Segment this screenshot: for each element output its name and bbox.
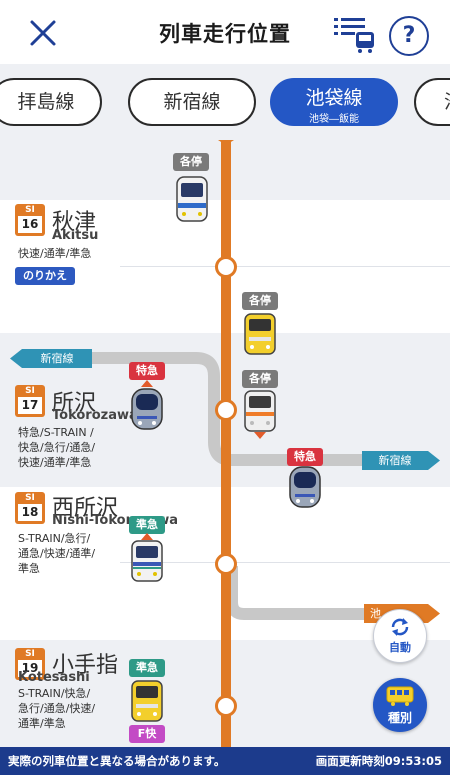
arrow-right-icon xyxy=(428,451,440,470)
train-type-tag: F快 xyxy=(129,725,165,743)
page-title: 列車走行位置 xyxy=(159,22,291,46)
direction-up-icon xyxy=(141,533,153,540)
tab-next[interactable]: 池 xyxy=(414,78,450,126)
station-service-types: 快速/通準/準急 xyxy=(18,246,91,261)
update-time: 画面更新時刻09:53:05 xyxy=(315,754,442,768)
auto-refresh-button[interactable]: 自動 xyxy=(373,609,427,663)
status-footer: 実際の列車位置と異なる場合があります。 画面更新時刻09:53:05 xyxy=(0,747,450,775)
train-type-tag: 準急 xyxy=(129,659,165,677)
tab-ikebukuro-label: 池袋線 xyxy=(305,87,363,109)
service-line: 快急/急行/通急/ xyxy=(18,441,96,454)
service-line: 特急/S-TRAIN / xyxy=(18,426,94,439)
disclaimer-text: 実際の列車位置と異なる場合があります。 xyxy=(8,754,226,768)
train-type-tag: 準急 xyxy=(129,516,165,534)
train-icon xyxy=(244,313,276,355)
service-line: S-TRAIN/急行/ xyxy=(18,532,91,545)
line-code: SI xyxy=(25,493,35,503)
branch-shinjuku-left: 新宿線 xyxy=(22,349,92,368)
station-service-types: S-TRAIN/急行/ 通急/快速/通準/ 準急 xyxy=(18,531,95,576)
train-type-tag: 特急 xyxy=(287,448,323,466)
train-type-tag: 各停 xyxy=(173,153,209,171)
line-tabs: 拝島線 新宿線 池袋線 池袋―飯能 池 xyxy=(0,64,450,140)
branch-label: 新宿線 xyxy=(378,454,412,467)
tab-shinjuku[interactable]: 新宿線 xyxy=(128,78,256,126)
train-icon xyxy=(131,388,163,430)
direction-down-icon xyxy=(254,432,266,439)
auto-label: 自動 xyxy=(389,641,411,654)
train-list-icon xyxy=(334,18,374,53)
station-number-badge: SI 17 xyxy=(15,385,45,417)
refresh-icon xyxy=(391,618,409,636)
train-icon xyxy=(131,540,163,582)
station-number: 16 xyxy=(18,216,42,233)
train-kind-icon xyxy=(386,686,414,706)
station-node xyxy=(215,256,237,278)
station-service-types: 特急/S-TRAIN / 快急/急行/通急/ 快速/通準/準急 xyxy=(18,425,95,470)
line-code: SI xyxy=(25,386,35,396)
service-line: 通急/快速/通準/ xyxy=(18,547,96,560)
train-type-tag: 各停 xyxy=(242,292,278,310)
train-list-button[interactable] xyxy=(332,14,376,54)
station-service-types: S-TRAIN/快急/ 急行/通急/快速/ 通準/準急 xyxy=(18,686,95,731)
service-line: 通準/準急 xyxy=(18,717,66,730)
station-roman: Tokorozawa xyxy=(52,408,138,423)
header-bar: 列車走行位置 ? xyxy=(0,0,450,64)
train-type-tag: 特急 xyxy=(129,362,165,380)
train-icon xyxy=(244,390,276,432)
transfer-badge[interactable]: のりかえ xyxy=(15,267,75,285)
service-line: S-TRAIN/快急/ xyxy=(18,687,91,700)
tab-ikebukuro[interactable]: 池袋線 池袋―飯能 xyxy=(270,78,398,126)
train-type-tag: 各停 xyxy=(242,370,278,388)
train-position-map: 新宿線 新宿線 池 SI 16 秋津 Akitsu 快速/通準/準急 のりかえ … xyxy=(0,140,450,747)
direction-up-icon xyxy=(141,380,153,387)
station-number-badge: SI 18 xyxy=(15,492,45,524)
arrow-left-icon xyxy=(10,349,22,368)
branch-shinjuku-right: 新宿線 xyxy=(362,451,428,470)
service-line: 準急 xyxy=(18,562,40,575)
station-roman: Kotesashi xyxy=(18,670,90,685)
help-button[interactable]: ? xyxy=(389,16,429,56)
branch-label: 新宿線 xyxy=(40,352,74,365)
station-number: 18 xyxy=(18,504,42,521)
line-code: SI xyxy=(25,649,35,659)
station-number: 17 xyxy=(18,397,42,414)
station-node xyxy=(215,695,237,717)
tab-ikebukuro-sublabel: 池袋―飯能 xyxy=(309,114,359,125)
train-icon xyxy=(131,680,163,722)
station-node xyxy=(215,399,237,421)
line-code: SI xyxy=(25,205,35,215)
train-icon xyxy=(176,176,208,222)
arrow-right-icon xyxy=(428,604,440,623)
service-line: 急行/通急/快速/ xyxy=(18,702,96,715)
service-line: 快速/通準/準急 xyxy=(18,247,92,260)
train-icon xyxy=(289,466,321,508)
service-line: 快速/通準/準急 xyxy=(18,456,92,469)
tab-haijima[interactable]: 拝島線 xyxy=(0,78,102,126)
station-roman: Akitsu xyxy=(52,228,99,243)
train-kind-button[interactable]: 種別 xyxy=(373,678,427,732)
station-number-badge: SI 16 xyxy=(15,204,45,236)
kind-label: 種別 xyxy=(387,711,412,725)
station-node xyxy=(215,553,237,575)
